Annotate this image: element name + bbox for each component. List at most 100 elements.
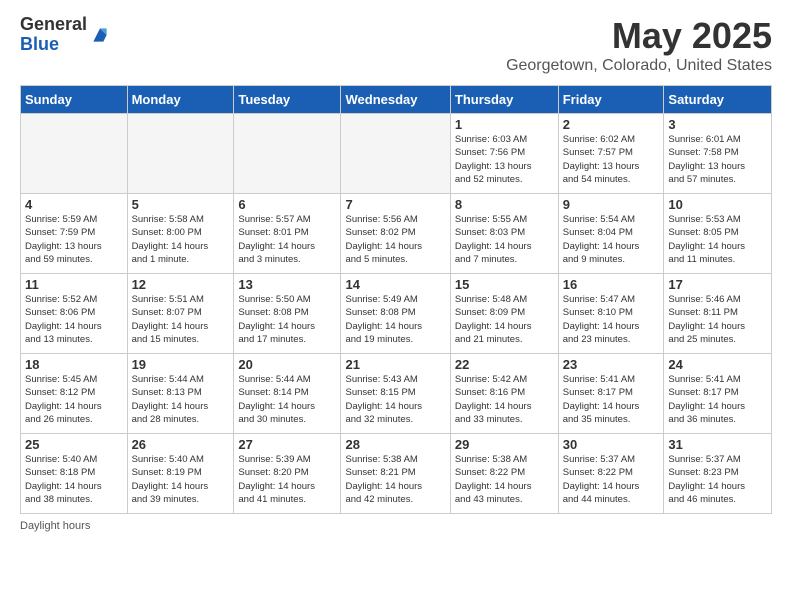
footer: Daylight hours xyxy=(20,520,772,532)
day-number: 21 xyxy=(345,357,445,372)
day-number: 27 xyxy=(238,437,336,452)
subtitle: Georgetown, Colorado, United States xyxy=(506,57,772,75)
calendar-cell: 21Sunrise: 5:43 AM Sunset: 8:15 PM Dayli… xyxy=(341,354,450,434)
calendar-header-tuesday: Tuesday xyxy=(234,86,341,114)
calendar-cell: 20Sunrise: 5:44 AM Sunset: 8:14 PM Dayli… xyxy=(234,354,341,434)
day-number: 4 xyxy=(25,197,123,212)
day-info: Sunrise: 6:02 AM Sunset: 7:57 PM Dayligh… xyxy=(563,133,660,186)
day-number: 2 xyxy=(563,117,660,132)
day-number: 14 xyxy=(345,277,445,292)
calendar-cell: 5Sunrise: 5:58 AM Sunset: 8:00 PM Daylig… xyxy=(127,194,234,274)
calendar-cell: 3Sunrise: 6:01 AM Sunset: 7:58 PM Daylig… xyxy=(664,114,772,194)
day-info: Sunrise: 5:53 AM Sunset: 8:05 PM Dayligh… xyxy=(668,213,767,266)
calendar-cell: 14Sunrise: 5:49 AM Sunset: 8:08 PM Dayli… xyxy=(341,274,450,354)
day-number: 12 xyxy=(132,277,230,292)
calendar-cell: 28Sunrise: 5:38 AM Sunset: 8:21 PM Dayli… xyxy=(341,434,450,514)
calendar-cell: 4Sunrise: 5:59 AM Sunset: 7:59 PM Daylig… xyxy=(21,194,128,274)
day-number: 30 xyxy=(563,437,660,452)
day-info: Sunrise: 5:40 AM Sunset: 8:18 PM Dayligh… xyxy=(25,453,123,506)
day-info: Sunrise: 6:01 AM Sunset: 7:58 PM Dayligh… xyxy=(668,133,767,186)
day-info: Sunrise: 5:43 AM Sunset: 8:15 PM Dayligh… xyxy=(345,373,445,426)
day-number: 6 xyxy=(238,197,336,212)
logo-icon xyxy=(90,25,110,45)
calendar-cell xyxy=(341,114,450,194)
calendar-cell: 9Sunrise: 5:54 AM Sunset: 8:04 PM Daylig… xyxy=(558,194,664,274)
day-info: Sunrise: 5:48 AM Sunset: 8:09 PM Dayligh… xyxy=(455,293,554,346)
calendar-cell: 13Sunrise: 5:50 AM Sunset: 8:08 PM Dayli… xyxy=(234,274,341,354)
calendar-week-4: 25Sunrise: 5:40 AM Sunset: 8:18 PM Dayli… xyxy=(21,434,772,514)
day-info: Sunrise: 5:52 AM Sunset: 8:06 PM Dayligh… xyxy=(25,293,123,346)
calendar-cell: 22Sunrise: 5:42 AM Sunset: 8:16 PM Dayli… xyxy=(450,354,558,434)
day-info: Sunrise: 5:50 AM Sunset: 8:08 PM Dayligh… xyxy=(238,293,336,346)
calendar-cell: 12Sunrise: 5:51 AM Sunset: 8:07 PM Dayli… xyxy=(127,274,234,354)
calendar-cell: 10Sunrise: 5:53 AM Sunset: 8:05 PM Dayli… xyxy=(664,194,772,274)
calendar-cell xyxy=(127,114,234,194)
day-number: 17 xyxy=(668,277,767,292)
day-info: Sunrise: 5:41 AM Sunset: 8:17 PM Dayligh… xyxy=(563,373,660,426)
day-number: 3 xyxy=(668,117,767,132)
day-info: Sunrise: 5:49 AM Sunset: 8:08 PM Dayligh… xyxy=(345,293,445,346)
day-number: 7 xyxy=(345,197,445,212)
day-number: 10 xyxy=(668,197,767,212)
day-number: 26 xyxy=(132,437,230,452)
page: General Blue May 2025 Georgetown, Colora… xyxy=(0,0,792,612)
day-info: Sunrise: 5:46 AM Sunset: 8:11 PM Dayligh… xyxy=(668,293,767,346)
calendar-header-row: SundayMondayTuesdayWednesdayThursdayFrid… xyxy=(21,86,772,114)
calendar-cell: 11Sunrise: 5:52 AM Sunset: 8:06 PM Dayli… xyxy=(21,274,128,354)
calendar-cell: 8Sunrise: 5:55 AM Sunset: 8:03 PM Daylig… xyxy=(450,194,558,274)
calendar-cell xyxy=(21,114,128,194)
day-info: Sunrise: 5:40 AM Sunset: 8:19 PM Dayligh… xyxy=(132,453,230,506)
calendar-cell: 16Sunrise: 5:47 AM Sunset: 8:10 PM Dayli… xyxy=(558,274,664,354)
day-info: Sunrise: 5:38 AM Sunset: 8:22 PM Dayligh… xyxy=(455,453,554,506)
day-number: 11 xyxy=(25,277,123,292)
day-info: Sunrise: 5:55 AM Sunset: 8:03 PM Dayligh… xyxy=(455,213,554,266)
calendar-cell: 30Sunrise: 5:37 AM Sunset: 8:22 PM Dayli… xyxy=(558,434,664,514)
calendar-cell: 15Sunrise: 5:48 AM Sunset: 8:09 PM Dayli… xyxy=(450,274,558,354)
day-number: 29 xyxy=(455,437,554,452)
header: General Blue May 2025 Georgetown, Colora… xyxy=(20,15,772,75)
calendar-cell: 2Sunrise: 6:02 AM Sunset: 7:57 PM Daylig… xyxy=(558,114,664,194)
calendar-cell: 6Sunrise: 5:57 AM Sunset: 8:01 PM Daylig… xyxy=(234,194,341,274)
calendar-header-friday: Friday xyxy=(558,86,664,114)
calendar-cell: 27Sunrise: 5:39 AM Sunset: 8:20 PM Dayli… xyxy=(234,434,341,514)
day-number: 1 xyxy=(455,117,554,132)
calendar-week-2: 11Sunrise: 5:52 AM Sunset: 8:06 PM Dayli… xyxy=(21,274,772,354)
logo-text: General Blue xyxy=(20,15,87,55)
calendar-cell: 1Sunrise: 6:03 AM Sunset: 7:56 PM Daylig… xyxy=(450,114,558,194)
day-number: 25 xyxy=(25,437,123,452)
day-info: Sunrise: 5:42 AM Sunset: 8:16 PM Dayligh… xyxy=(455,373,554,426)
day-number: 19 xyxy=(132,357,230,372)
day-number: 18 xyxy=(25,357,123,372)
day-number: 13 xyxy=(238,277,336,292)
calendar-cell: 24Sunrise: 5:41 AM Sunset: 8:17 PM Dayli… xyxy=(664,354,772,434)
calendar-header-saturday: Saturday xyxy=(664,86,772,114)
calendar-week-1: 4Sunrise: 5:59 AM Sunset: 7:59 PM Daylig… xyxy=(21,194,772,274)
day-info: Sunrise: 5:56 AM Sunset: 8:02 PM Dayligh… xyxy=(345,213,445,266)
day-number: 24 xyxy=(668,357,767,372)
calendar-week-3: 18Sunrise: 5:45 AM Sunset: 8:12 PM Dayli… xyxy=(21,354,772,434)
day-number: 23 xyxy=(563,357,660,372)
day-number: 9 xyxy=(563,197,660,212)
calendar-header-monday: Monday xyxy=(127,86,234,114)
logo-general: General xyxy=(20,15,87,35)
day-info: Sunrise: 5:59 AM Sunset: 7:59 PM Dayligh… xyxy=(25,213,123,266)
day-info: Sunrise: 5:51 AM Sunset: 8:07 PM Dayligh… xyxy=(132,293,230,346)
calendar-cell: 25Sunrise: 5:40 AM Sunset: 8:18 PM Dayli… xyxy=(21,434,128,514)
logo: General Blue xyxy=(20,15,110,55)
day-info: Sunrise: 5:37 AM Sunset: 8:23 PM Dayligh… xyxy=(668,453,767,506)
day-info: Sunrise: 5:39 AM Sunset: 8:20 PM Dayligh… xyxy=(238,453,336,506)
main-title: May 2025 xyxy=(506,15,772,57)
calendar-header-wednesday: Wednesday xyxy=(341,86,450,114)
calendar-cell xyxy=(234,114,341,194)
day-info: Sunrise: 5:44 AM Sunset: 8:14 PM Dayligh… xyxy=(238,373,336,426)
daylight-hours-label: Daylight hours xyxy=(20,520,90,532)
calendar-table: SundayMondayTuesdayWednesdayThursdayFrid… xyxy=(20,85,772,514)
calendar-week-0: 1Sunrise: 6:03 AM Sunset: 7:56 PM Daylig… xyxy=(21,114,772,194)
calendar-cell: 23Sunrise: 5:41 AM Sunset: 8:17 PM Dayli… xyxy=(558,354,664,434)
day-number: 22 xyxy=(455,357,554,372)
calendar-cell: 19Sunrise: 5:44 AM Sunset: 8:13 PM Dayli… xyxy=(127,354,234,434)
day-number: 5 xyxy=(132,197,230,212)
day-info: Sunrise: 5:45 AM Sunset: 8:12 PM Dayligh… xyxy=(25,373,123,426)
calendar-cell: 31Sunrise: 5:37 AM Sunset: 8:23 PM Dayli… xyxy=(664,434,772,514)
day-info: Sunrise: 5:44 AM Sunset: 8:13 PM Dayligh… xyxy=(132,373,230,426)
